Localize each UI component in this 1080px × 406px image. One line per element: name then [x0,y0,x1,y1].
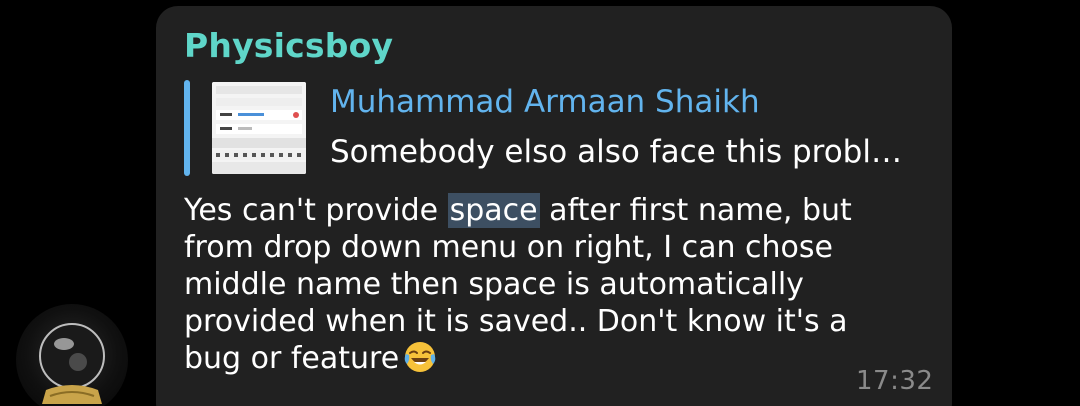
message-line-4: provided when it is saved.. Don't know i… [184,304,848,339]
search-highlight: space [447,193,540,228]
reply-accent-bar [184,80,190,176]
message-text-segment: Yes can't provide [184,193,448,228]
message-line-1: Yes can't provide space after first name… [184,192,884,229]
avatar[interactable] [16,304,128,406]
message-text-segment: after first name, but [539,193,852,228]
message-timestamp: 17:32 [856,366,934,396]
message-line-3: middle name then space is automatically [184,267,804,302]
screenshot-thumbnail-icon [212,82,306,174]
sender-name[interactable]: Physicsboy [184,26,393,65]
message-line-2: from drop down menu on right, I can chos… [184,230,833,265]
reply-preview: Somebody elso also face this probl… [330,134,902,170]
chat-view: Physicsboy Muhammad Armaan Shaikh Somebo… [0,0,1080,406]
reply-quote[interactable]: Muhammad Armaan Shaikh Somebody elso als… [184,80,934,176]
face-with-tears-of-joy-icon [403,340,437,374]
message-text[interactable]: Yes can't provide space after first name… [184,192,884,377]
message-text-segment: bug or feature [184,341,400,376]
crystal-ball-icon [39,323,105,404]
reply-author: Muhammad Armaan Shaikh [330,84,760,120]
reply-thumbnail [212,82,306,174]
message-line-5: bug or feature [184,340,884,377]
